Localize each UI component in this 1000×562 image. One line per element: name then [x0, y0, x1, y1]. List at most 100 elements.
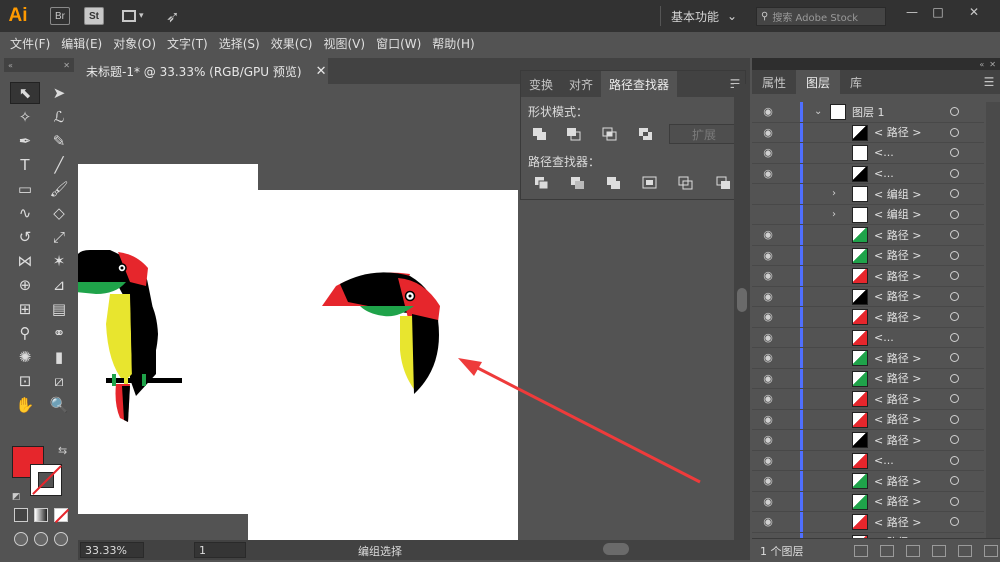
horizontal-scroll-thumb[interactable] — [603, 543, 629, 555]
document-tab[interactable]: 未标题-1* @ 33.33% (RGB/GPU 预览) ✕ — [78, 58, 328, 84]
item-name[interactable]: < 编组 > — [874, 206, 921, 222]
target-icon[interactable] — [950, 107, 959, 117]
chevron-down-icon[interactable]: ⌄ — [814, 106, 822, 117]
eye-icon[interactable]: ◉ — [760, 310, 776, 323]
menu-view[interactable]: 视图(V) — [323, 35, 365, 52]
workspace-switcher[interactable]: 基本功能 ⌄ — [660, 6, 737, 26]
layer-item-row[interactable]: ◉ <... — [752, 450, 984, 471]
slice-tool-icon[interactable]: ⧄ — [44, 370, 74, 392]
bridge-icon[interactable]: Br — [50, 7, 70, 25]
artboard-2[interactable] — [248, 190, 518, 540]
lasso-tool-icon[interactable]: ℒ — [44, 106, 74, 128]
eye-icon[interactable]: ◉ — [760, 392, 776, 405]
draw-behind-icon[interactable] — [54, 532, 68, 546]
layer-item-row[interactable]: ◉ < 路径 > — [752, 225, 984, 246]
stock-icon[interactable]: St — [84, 7, 104, 25]
eye-icon[interactable]: ◉ — [760, 372, 776, 385]
pen-tool-icon[interactable]: ✒ — [10, 130, 40, 152]
target-icon[interactable] — [950, 517, 959, 527]
item-name[interactable]: < 路径 > — [874, 268, 921, 284]
symbol-sprayer-tool-icon[interactable]: ✺ — [10, 346, 40, 368]
eye-icon[interactable]: ◉ — [760, 474, 776, 487]
eye-icon[interactable]: ◉ — [760, 495, 776, 508]
layer-row[interactable]: ◉ ⌄ 图层 1 — [752, 102, 984, 123]
menu-effect[interactable]: 效果(C) — [271, 35, 313, 52]
exclude-icon[interactable] — [637, 126, 655, 142]
eye-icon[interactable]: ◉ — [760, 167, 776, 180]
eyedropper-tool-icon[interactable]: ⚲ — [10, 322, 40, 344]
layer-item-row[interactable]: › < 编组 > — [752, 204, 984, 225]
curvature-tool-icon[interactable]: ✎ — [44, 130, 74, 152]
target-icon[interactable] — [950, 414, 959, 424]
swap-icon[interactable]: ⇆ — [58, 444, 67, 457]
export-icon[interactable] — [853, 544, 868, 557]
eye-icon[interactable]: ◉ — [760, 146, 776, 159]
item-name[interactable]: < 路径 > — [874, 227, 921, 243]
tab-libraries[interactable]: 库 — [840, 70, 872, 94]
layer-item-row[interactable]: ◉ < 路径 > — [752, 389, 984, 410]
scroll-thumb[interactable] — [737, 288, 747, 312]
item-name[interactable]: < 路径 > — [874, 391, 921, 407]
color-mode-icon[interactable] — [14, 508, 28, 522]
close-icon[interactable]: ✕ — [63, 61, 70, 70]
stock-search-input[interactable]: ⚲ 搜索 Adobe Stock — [756, 7, 886, 26]
unite-icon[interactable] — [531, 126, 549, 142]
outline-icon[interactable] — [677, 175, 695, 191]
layer-item-row[interactable]: ◉ < 路径 > — [752, 348, 984, 369]
tab-align[interactable]: 对齐 — [561, 71, 601, 97]
target-icon[interactable] — [950, 230, 959, 240]
target-icon[interactable] — [950, 394, 959, 404]
menu-help[interactable]: 帮助(H) — [432, 35, 474, 52]
hand-tool-icon[interactable]: ✋ — [10, 394, 40, 416]
eye-icon[interactable]: ◉ — [760, 515, 776, 528]
status-text[interactable]: 编组选择 — [358, 543, 402, 559]
target-icon[interactable] — [950, 496, 959, 506]
layer-item-row[interactable]: ◉ < 路径 > — [752, 286, 984, 307]
canvas-vertical-scrollbar[interactable] — [734, 84, 750, 540]
line-tool-icon[interactable]: ╱ — [44, 154, 74, 176]
target-icon[interactable] — [950, 455, 959, 465]
artboard-navigator[interactable]: 1 — [194, 542, 246, 558]
gpu-performance-icon[interactable]: ➶ — [166, 7, 179, 26]
chevron-right-icon[interactable]: › — [832, 209, 836, 220]
menu-edit[interactable]: 编辑(E) — [61, 35, 102, 52]
eye-icon[interactable]: ◉ — [760, 454, 776, 467]
layer-item-row[interactable]: ◉ <... — [752, 327, 984, 348]
maximize-button[interactable]: □ — [926, 2, 950, 22]
new-layer-icon[interactable] — [957, 544, 972, 557]
magic-wand-tool-icon[interactable]: ✧ — [10, 106, 40, 128]
target-icon[interactable] — [950, 435, 959, 445]
panel-dock-header[interactable]: « ✕ — [752, 58, 1000, 70]
target-icon[interactable] — [950, 189, 959, 199]
expand-button[interactable]: 扩展 — [669, 124, 739, 144]
target-icon[interactable] — [950, 127, 959, 137]
paintbrush-tool-icon[interactable]: 🖌 — [44, 178, 74, 200]
blend-tool-icon[interactable]: ⚭ — [44, 322, 74, 344]
item-name[interactable]: <... — [874, 146, 894, 159]
close-button[interactable]: ✕ — [962, 2, 986, 22]
target-icon[interactable] — [950, 332, 959, 342]
eye-icon[interactable]: ◉ — [760, 269, 776, 282]
target-icon[interactable] — [950, 209, 959, 219]
layer-item-row[interactable]: ◉ < 路径 > — [752, 307, 984, 328]
tab-properties[interactable]: 属性 — [752, 70, 796, 94]
tab-pathfinder[interactable]: 路径查找器 — [601, 71, 678, 97]
eye-icon[interactable]: ◉ — [760, 126, 776, 139]
minus-front-icon[interactable] — [565, 126, 583, 142]
layer-item-row[interactable]: ◉ < 路径 > — [752, 409, 984, 430]
item-name[interactable]: < 编组 > — [874, 186, 921, 202]
item-name[interactable]: < 路径 > — [874, 350, 921, 366]
screen-mode-icon[interactable] — [34, 532, 48, 546]
item-name[interactable]: < 路径 > — [874, 288, 921, 304]
layer-item-row[interactable]: ◉ < 路径 > — [752, 512, 984, 533]
item-name[interactable]: < 路径 > — [874, 124, 921, 140]
collapse-icon[interactable]: « — [8, 61, 13, 70]
gradient-tool-icon[interactable]: ▤ — [44, 298, 74, 320]
item-name[interactable]: <... — [874, 331, 894, 344]
trim-icon[interactable] — [569, 175, 587, 191]
zoom-field[interactable]: 33.33% — [80, 542, 144, 558]
arrange-documents-icon[interactable]: ▾ — [122, 7, 152, 25]
target-icon[interactable] — [950, 148, 959, 158]
menu-type[interactable]: 文字(T) — [167, 35, 208, 52]
eraser-tool-icon[interactable]: ◇ — [44, 202, 74, 224]
